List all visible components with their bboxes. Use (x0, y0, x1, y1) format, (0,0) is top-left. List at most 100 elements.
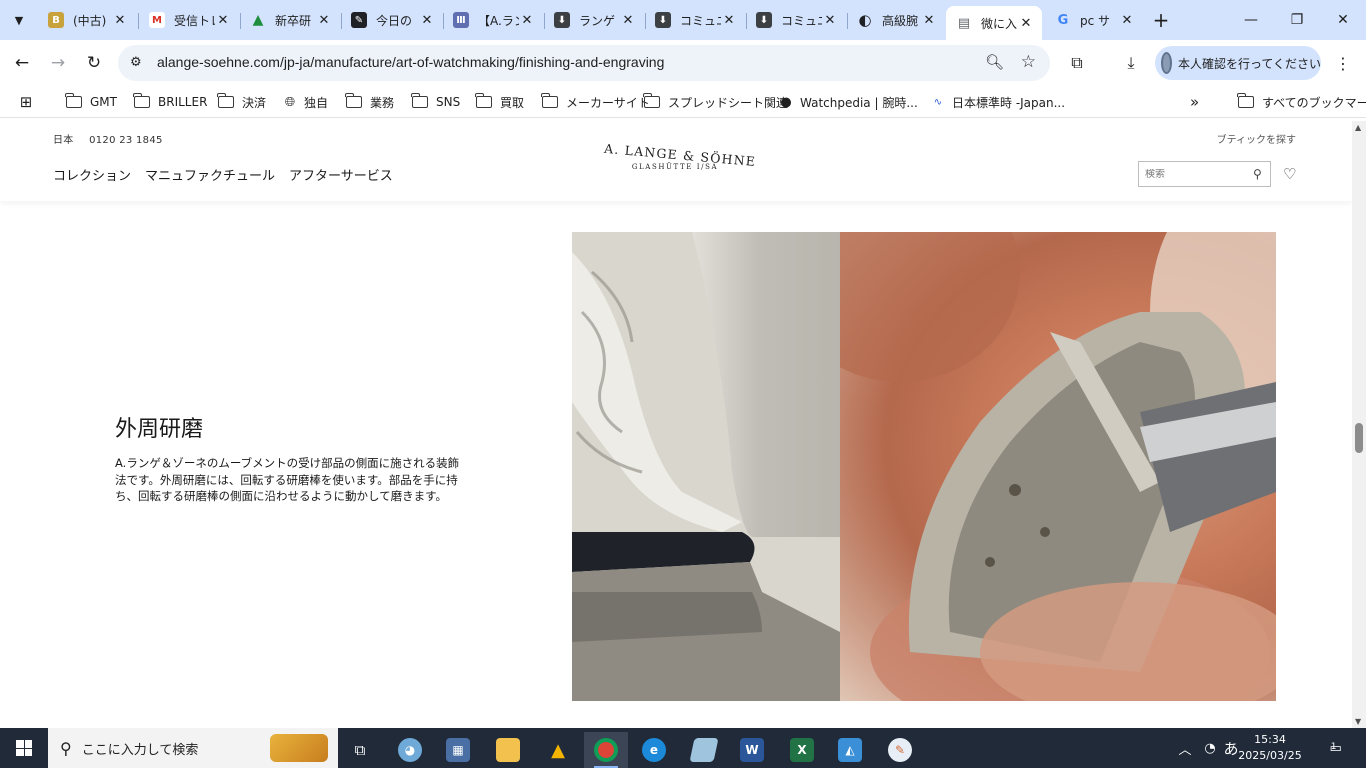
close-icon[interactable]: ✕ (620, 12, 636, 28)
bookmark-link[interactable]: ∿ 日本標準時 -Japan... (930, 92, 1065, 112)
back-button[interactable]: ← (8, 49, 36, 77)
country-label[interactable]: 日本 (53, 135, 74, 146)
site-settings-icon[interactable]: ⚙ (130, 55, 146, 71)
tab-title: 新卒研 (275, 13, 312, 28)
scroll-up-icon[interactable]: ▲ (1355, 123, 1361, 132)
reload-button[interactable]: ↻ (80, 49, 108, 77)
bookmark-folder[interactable]: スプレッドシート関連 (643, 92, 788, 112)
taskbar-app-word[interactable]: W (730, 732, 774, 768)
search-input[interactable] (1145, 168, 1249, 180)
bookmark-link[interactable]: 🌐︎ 独自 (282, 92, 328, 112)
bookmark-folder[interactable]: 業務 (345, 92, 394, 112)
wishlist-heart-icon[interactable]: ♡ (1283, 165, 1296, 183)
nav-after-service[interactable]: アフターサービス (289, 165, 393, 184)
search-highlight-image (270, 734, 328, 762)
bookmark-label: 買取 (500, 95, 525, 110)
close-icon[interactable]: ✕ (215, 12, 231, 28)
tab[interactable]: M 受信トレイ ✕ (139, 6, 239, 34)
system-clock[interactable]: 15:34 2025/03/25 (1238, 732, 1302, 764)
page-scrollbar[interactable]: ▲ ▼ (1352, 121, 1366, 728)
taskbar-app-paint3d[interactable]: ✎ (878, 732, 922, 768)
zoom-icon[interactable]: 🔍︎ (985, 53, 1004, 71)
brand-logo[interactable]: A. LANGE & SÖHNE GLASHÜTTE I/SA (604, 141, 757, 171)
more-vert-icon: ⋮ (1335, 53, 1351, 73)
close-icon[interactable]: ✕ (921, 12, 937, 28)
site-search[interactable]: ⚲ (1138, 161, 1271, 187)
tab-title: 微に入 (981, 16, 1018, 31)
bookmark-folder[interactable]: 決済 (217, 92, 266, 112)
bookmark-folder[interactable]: GMT (65, 92, 117, 112)
taskbar-app-drive[interactable]: ▲ (536, 732, 580, 768)
apps-button[interactable]: ⊞ (18, 92, 40, 112)
download-icon: ⬇ (554, 12, 570, 28)
minimize-button[interactable]: — (1228, 0, 1274, 40)
close-icon[interactable]: ✕ (1119, 12, 1135, 28)
close-icon[interactable]: ✕ (1018, 15, 1034, 31)
tab-search-button[interactable]: ▼ (6, 8, 32, 32)
paint-palette-icon: ✎ (888, 738, 912, 762)
close-icon[interactable]: ✕ (112, 12, 128, 28)
minimize-icon: — (1244, 12, 1258, 28)
extensions-button[interactable]: ⧉ (1065, 51, 1089, 75)
network-status[interactable]: ◔ (1198, 728, 1222, 768)
close-icon[interactable]: ✕ (822, 12, 838, 28)
bookmarks-overflow-button[interactable]: » (1190, 92, 1199, 112)
url-text[interactable]: alange-soehne.com/jp-ja/manufacture/art-… (157, 54, 664, 70)
tab[interactable]: ⬇ ランゲ ✕ (544, 6, 644, 34)
action-center-button[interactable]: ▭ 1 (1322, 737, 1344, 759)
all-bookmarks-folder[interactable]: すべてのブックマーク (1237, 92, 1366, 112)
tab[interactable]: ✎ 今日の ✕ (341, 6, 443, 34)
downloads-button[interactable]: ⤓ (1119, 51, 1143, 75)
tab[interactable]: ⬇ コミュニ ✕ (746, 6, 846, 34)
task-view-button[interactable]: ⧉ (338, 732, 382, 768)
folder-icon (643, 93, 660, 108)
tab[interactable]: ◐ 高級腕 ✕ (847, 6, 945, 34)
close-icon[interactable]: ✕ (316, 12, 332, 28)
nav-collection[interactable]: コレクション (53, 165, 131, 184)
new-tab-button[interactable]: + (1150, 8, 1172, 32)
maximize-button[interactable]: ❐ (1274, 0, 1320, 40)
close-icon[interactable]: ✕ (419, 12, 435, 28)
close-window-button[interactable]: ✕ (1320, 0, 1366, 40)
tab[interactable]: ▲ 新卒研 ✕ (240, 6, 340, 34)
bookmark-label: すべてのブックマーク (1262, 95, 1366, 110)
scroll-down-icon[interactable]: ▼ (1355, 717, 1361, 726)
taskbar-app-chrome[interactable] (584, 732, 628, 768)
tray-overflow-button[interactable]: ︿ (1174, 728, 1196, 768)
taskbar-app-paint[interactable]: ◕ (388, 732, 432, 768)
bookmark-folder[interactable]: メーカーサイト (541, 92, 650, 112)
browser-menu-button[interactable]: ⋮ (1333, 51, 1353, 75)
search-icon[interactable]: ⚲ (1253, 167, 1262, 181)
bookmark-label: BRILLER (158, 95, 208, 109)
tab-active[interactable]: ▤ 微に入 ✕ (946, 6, 1042, 40)
scrollbar-thumb[interactable] (1355, 423, 1363, 453)
find-boutique-link[interactable]: ブティックを探す (1217, 131, 1296, 146)
nav-manufacture[interactable]: マニュファクチュール (145, 165, 275, 184)
close-icon[interactable]: ✕ (721, 12, 737, 28)
bookmark-folder[interactable]: SNS (411, 92, 460, 112)
taskbar-app-photos[interactable]: ◭ (828, 732, 872, 768)
tab[interactable]: B (中古) ✕ (38, 6, 136, 34)
taskbar-app-calculator[interactable]: ▦ (436, 732, 480, 768)
taskbar-app-notes[interactable] (682, 732, 726, 768)
bookmark-folder[interactable]: 買取 (475, 92, 525, 112)
close-icon[interactable]: ✕ (519, 12, 535, 28)
phone-number[interactable]: 0120 23 1845 (89, 135, 163, 146)
taskbar-app-explorer[interactable] (486, 732, 530, 768)
forward-button[interactable]: → (44, 49, 72, 77)
bookmark-link[interactable]: ● Watchpedia | 腕時... (778, 92, 917, 112)
reload-icon: ↻ (86, 53, 102, 73)
tab[interactable]: G pc サ ✕ (1045, 6, 1143, 34)
bookmark-folder[interactable]: BRILLER (133, 92, 208, 112)
profile-button[interactable]: 本人確認を行ってください (1155, 46, 1321, 80)
start-button[interactable] (0, 728, 48, 768)
taskbar-app-edge[interactable]: e (632, 732, 676, 768)
star-icon[interactable]: ☆ (1021, 52, 1036, 72)
taskbar-search[interactable]: ⚲ ここに入力して検索 (48, 728, 338, 768)
polishing-hands-image (780, 232, 1276, 701)
tab[interactable]: ⬇ コミュニ ✕ (645, 6, 745, 34)
address-bar[interactable]: ⚙ alange-soehne.com/jp-ja/manufacture/ar… (118, 45, 1050, 81)
taskbar-app-excel[interactable]: X (780, 732, 824, 768)
ime-mode-label: あ (1223, 739, 1239, 758)
tab[interactable]: Ⅲ 【A.ラン ✕ (443, 6, 543, 34)
